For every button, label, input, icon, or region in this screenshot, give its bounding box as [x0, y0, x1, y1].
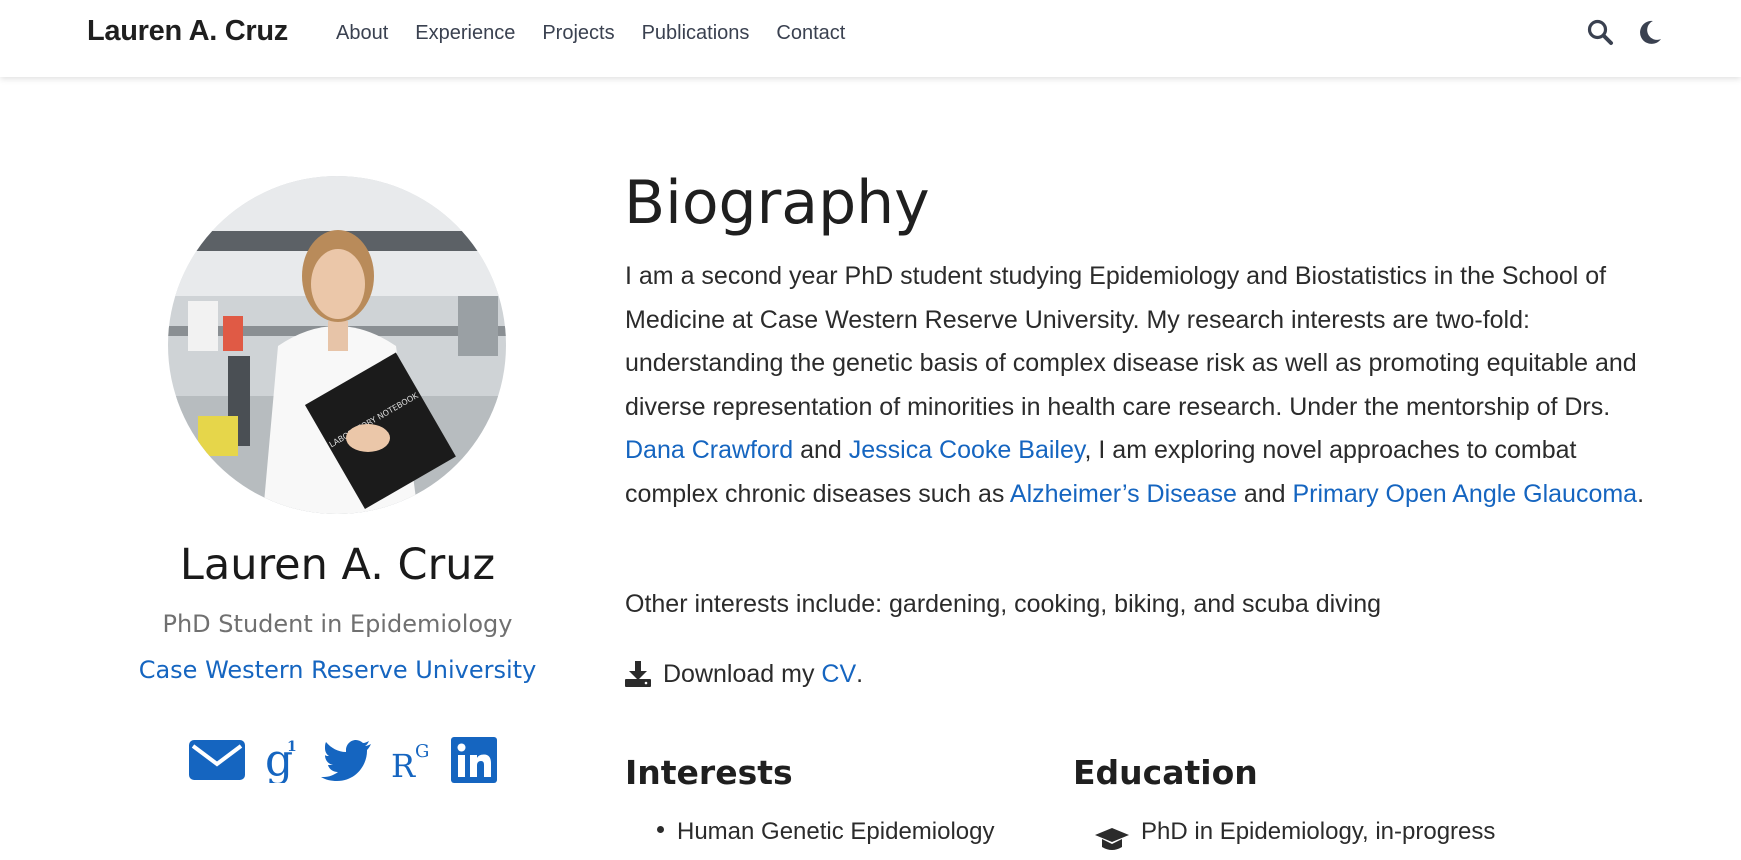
envelope-icon[interactable]	[189, 740, 245, 780]
education-label: PhD in Epidemiology, in-progress	[1141, 818, 1496, 845]
link-jessica-cooke-bailey[interactable]: Jessica Cooke Bailey	[849, 436, 1085, 464]
nav-icons	[1564, 18, 1664, 46]
interests-heading: Interests	[625, 753, 793, 792]
profile-role: PhD Student in Epidemiology	[162, 610, 513, 638]
biography-heading: Biography	[624, 168, 930, 238]
linkedin-icon[interactable]	[451, 737, 497, 783]
site-brand[interactable]: Lauren A. Cruz	[87, 15, 288, 48]
top-navbar: Lauren A. Cruz About Experience Projects…	[0, 0, 1741, 77]
google-scholar-icon[interactable]: g 1	[263, 737, 303, 783]
biography-paragraph: I am a second year PhD student studying …	[625, 255, 1665, 516]
researchgate-icon[interactable]: R G	[391, 739, 433, 781]
interest-label: Human Genetic Epidemiology	[677, 818, 995, 845]
svg-text:R: R	[391, 747, 416, 781]
search-icon[interactable]	[1586, 18, 1614, 46]
download-icon	[625, 661, 651, 687]
link-dana-crawford[interactable]: Dana Crawford	[625, 436, 793, 464]
profile-avatar: LABORATORY NOTEBOOK	[168, 176, 506, 514]
social-links: g 1 R G	[189, 737, 515, 783]
link-primary-open-angle-glaucoma[interactable]: Primary Open Angle Glaucoma	[1292, 480, 1637, 508]
graduation-cap-icon	[1095, 828, 1129, 857]
bullet-icon	[657, 826, 664, 834]
list-item: Human Genetic Epidemiology	[657, 818, 995, 846]
list-item: PhD in Epidemiology, in-progress	[1095, 818, 1496, 850]
bio-text-part: .	[1637, 479, 1645, 508]
profile-organization-link[interactable]: Case Western Reserve University	[60, 656, 615, 684]
moon-icon[interactable]	[1636, 18, 1664, 46]
other-interests-text: Other interests include: gardening, cook…	[625, 590, 1382, 618]
bio-text-part: I am a second year PhD student studying …	[625, 262, 1637, 421]
nav-link-publications[interactable]: Publications	[642, 22, 750, 45]
education-heading: Education	[1073, 753, 1258, 792]
nav-links: About Experience Projects Publications C…	[336, 22, 872, 45]
cv-suffix: .	[856, 660, 864, 688]
svg-text:G: G	[415, 741, 429, 762]
link-alzheimers-disease[interactable]: Alzheimer’s Disease	[1010, 480, 1237, 508]
profile-name: Lauren A. Cruz	[179, 540, 496, 590]
cv-prefix: Download my	[663, 660, 815, 688]
cv-link[interactable]: CV	[821, 656, 856, 692]
cv-download-line: Download my CV.	[625, 656, 863, 692]
nav-link-about[interactable]: About	[336, 22, 388, 45]
interests-list: Human Genetic Epidemiology	[657, 818, 995, 846]
nav-link-projects[interactable]: Projects	[542, 22, 614, 45]
svg-text:1: 1	[287, 739, 297, 755]
nav-link-experience[interactable]: Experience	[415, 22, 515, 45]
bio-text-part: and	[1236, 479, 1293, 508]
nav-link-contact[interactable]: Contact	[776, 22, 845, 45]
bio-text-part: and	[793, 436, 849, 464]
twitter-icon[interactable]	[321, 739, 373, 781]
